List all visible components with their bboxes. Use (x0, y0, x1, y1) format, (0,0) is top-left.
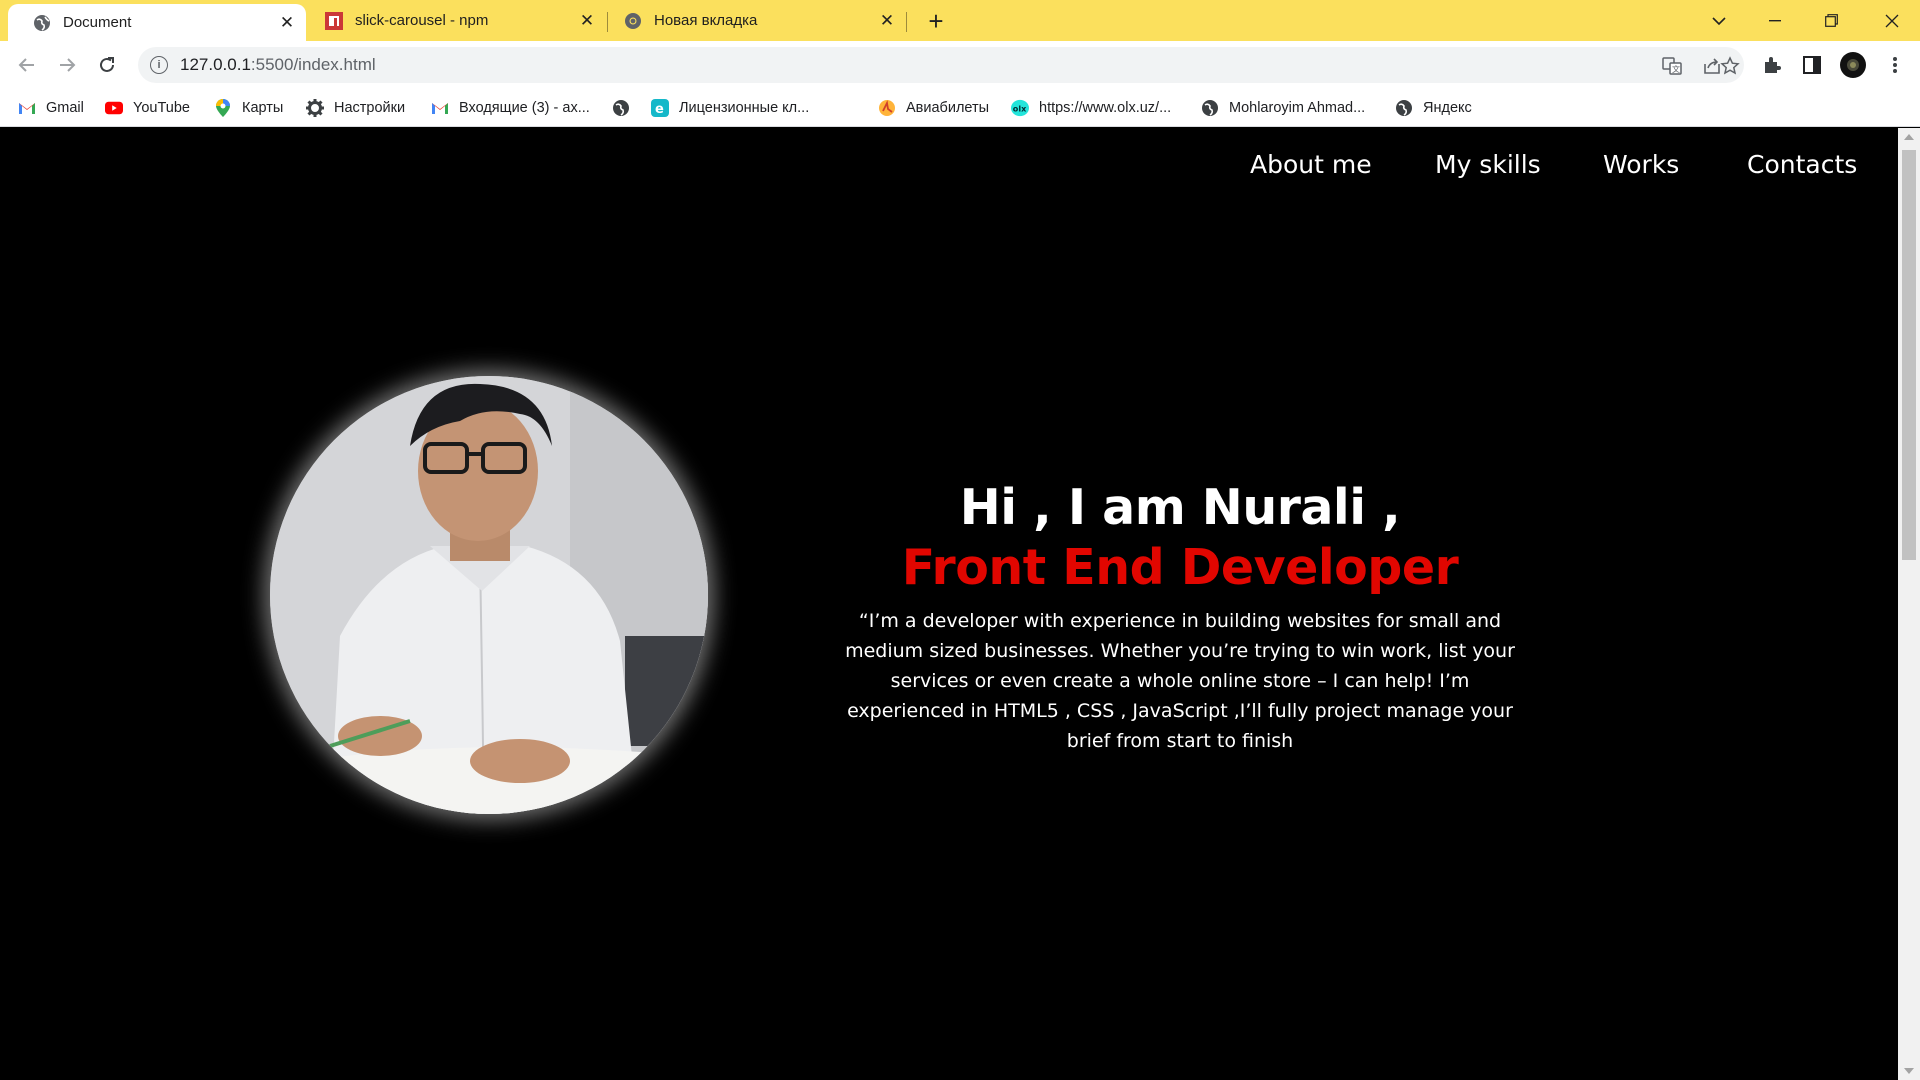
chrome-icon (624, 12, 642, 30)
youtube-icon (105, 99, 123, 117)
minimize-icon (1769, 19, 1781, 21)
side-panel-icon[interactable] (1801, 54, 1823, 76)
scroll-down-icon[interactable] (1904, 1068, 1914, 1074)
close-icon[interactable]: ✕ (876, 10, 898, 32)
gear-icon (306, 99, 324, 117)
back-arrow-icon (18, 58, 34, 72)
menu-icon[interactable] (1884, 54, 1906, 76)
extensions-icon[interactable] (1761, 54, 1783, 76)
page-viewport: About me My skills Works Contacts Hi , I… (0, 128, 1898, 1080)
page-scrollbar[interactable] (1898, 128, 1920, 1080)
bookmark-label: Gmail (46, 100, 84, 116)
close-icon (1885, 14, 1899, 27)
reload-icon (100, 57, 114, 72)
back-button[interactable] (10, 48, 44, 82)
share-icon[interactable] (1702, 56, 1722, 76)
close-window-button[interactable] (1864, 0, 1920, 41)
tab-separator (906, 12, 907, 32)
tab-title: Новая вкладка (654, 12, 758, 29)
site-info-icon[interactable]: i (150, 56, 168, 74)
svg-text:e: e (655, 102, 664, 117)
hero-section: Hi , I am Nurali , Front End Developer “… (820, 478, 1540, 756)
bookmarks-bar: Gmail YouTube Карты Настройки Входящие (… (0, 89, 1920, 127)
plane-icon (878, 99, 896, 117)
bookmark-label: Карты (242, 100, 284, 116)
close-icon[interactable]: ✕ (276, 12, 298, 34)
scrollbar-thumb[interactable] (1902, 150, 1916, 560)
bookmark-label: https://www.olx.uz/... (1039, 100, 1172, 116)
tab-strip: Document ✕ slick-carousel - npm ✕ Новая … (0, 0, 1920, 41)
browser-toolbar: i 127.0.0.1:5500/index.html 文 (0, 41, 1920, 89)
hero-bio: “I’m a developer with experience in buil… (845, 610, 1515, 752)
minimize-button[interactable] (1747, 0, 1803, 41)
bookmark-label: Mohlaroyim Ahmad... (1229, 100, 1366, 116)
maps-pin-icon (214, 99, 232, 117)
globe-icon (33, 14, 51, 32)
bookmark-maps[interactable]: Карты (214, 97, 283, 119)
tab-search-button[interactable] (1691, 0, 1747, 41)
nav-link-works[interactable]: Works (1603, 150, 1679, 179)
tab-slick-carousel[interactable]: slick-carousel - npm ✕ (306, 0, 606, 41)
nav-link-about-me[interactable]: About me (1250, 150, 1372, 179)
tab-title: Document (63, 14, 132, 31)
bookmark-label: Лицензионные кл... (679, 100, 810, 116)
forward-button[interactable] (50, 48, 84, 82)
profile-avatar[interactable] (1840, 52, 1866, 78)
close-icon[interactable]: ✕ (576, 10, 598, 32)
site-nav: About me My skills Works Contacts (0, 128, 1898, 208)
translate-icon[interactable]: 文 (1662, 56, 1682, 76)
svg-text:olx: olx (1013, 104, 1027, 114)
restore-button[interactable] (1803, 0, 1859, 41)
bookmark-label: YouTube (133, 100, 190, 116)
nav-link-my-skills[interactable]: My skills (1435, 150, 1541, 179)
star-icon[interactable] (1720, 56, 1740, 76)
forward-arrow-icon (60, 58, 76, 72)
new-tab-button[interactable]: + (921, 6, 951, 36)
restore-icon (1824, 14, 1838, 27)
globe-icon (612, 99, 630, 117)
gmail-icon (18, 99, 36, 117)
nav-link-contacts[interactable]: Contacts (1747, 150, 1857, 179)
bookmark-label: Настройки (334, 100, 406, 116)
address-bar[interactable]: i 127.0.0.1:5500/index.html 文 (138, 47, 1744, 83)
bookmark-label: Входящие (3) - ах... (459, 100, 590, 116)
bookmark-yandex[interactable]: Яндекс (1395, 97, 1472, 119)
reload-button[interactable] (90, 48, 124, 82)
tab-document[interactable]: Document ✕ (8, 4, 306, 41)
globe-icon (1395, 99, 1413, 117)
scroll-up-icon[interactable] (1904, 134, 1914, 140)
chevron-down-icon (1712, 16, 1726, 25)
profile-photo (270, 376, 708, 814)
hero-role: Front End Developer (901, 539, 1459, 596)
globe-icon (1201, 99, 1219, 117)
bookmark-gmail[interactable]: Gmail (18, 97, 84, 119)
hero-greeting: Hi , I am Nurali , (959, 479, 1401, 536)
bookmark-globe[interactable] (612, 97, 640, 119)
bookmark-label: Авиабилеты (906, 100, 990, 116)
bookmark-license-keys[interactable]: e Лицензионные кл... (651, 97, 809, 119)
gmail-icon (431, 99, 449, 117)
svg-text:文: 文 (1672, 64, 1680, 74)
bookmark-label: Яндекс (1423, 100, 1472, 116)
bookmark-settings[interactable]: Настройки (306, 97, 405, 119)
bookmark-flights[interactable]: Авиабилеты (878, 97, 989, 119)
bookmark-inbox[interactable]: Входящие (3) - ах... (431, 97, 590, 119)
tab-title: slick-carousel - npm (355, 12, 489, 29)
e-icon: e (651, 99, 669, 117)
bookmark-olx[interactable]: olx https://www.olx.uz/... (1011, 97, 1171, 119)
address-url: 127.0.0.1:5500/index.html (180, 55, 376, 74)
bookmark-youtube[interactable]: YouTube (105, 97, 190, 119)
bookmark-mohlaroyim[interactable]: Mohlaroyim Ahmad... (1201, 97, 1365, 119)
npm-icon (325, 11, 343, 30)
tab-new-tab[interactable]: Новая вкладка ✕ (608, 0, 906, 41)
olx-icon: olx (1011, 99, 1029, 117)
